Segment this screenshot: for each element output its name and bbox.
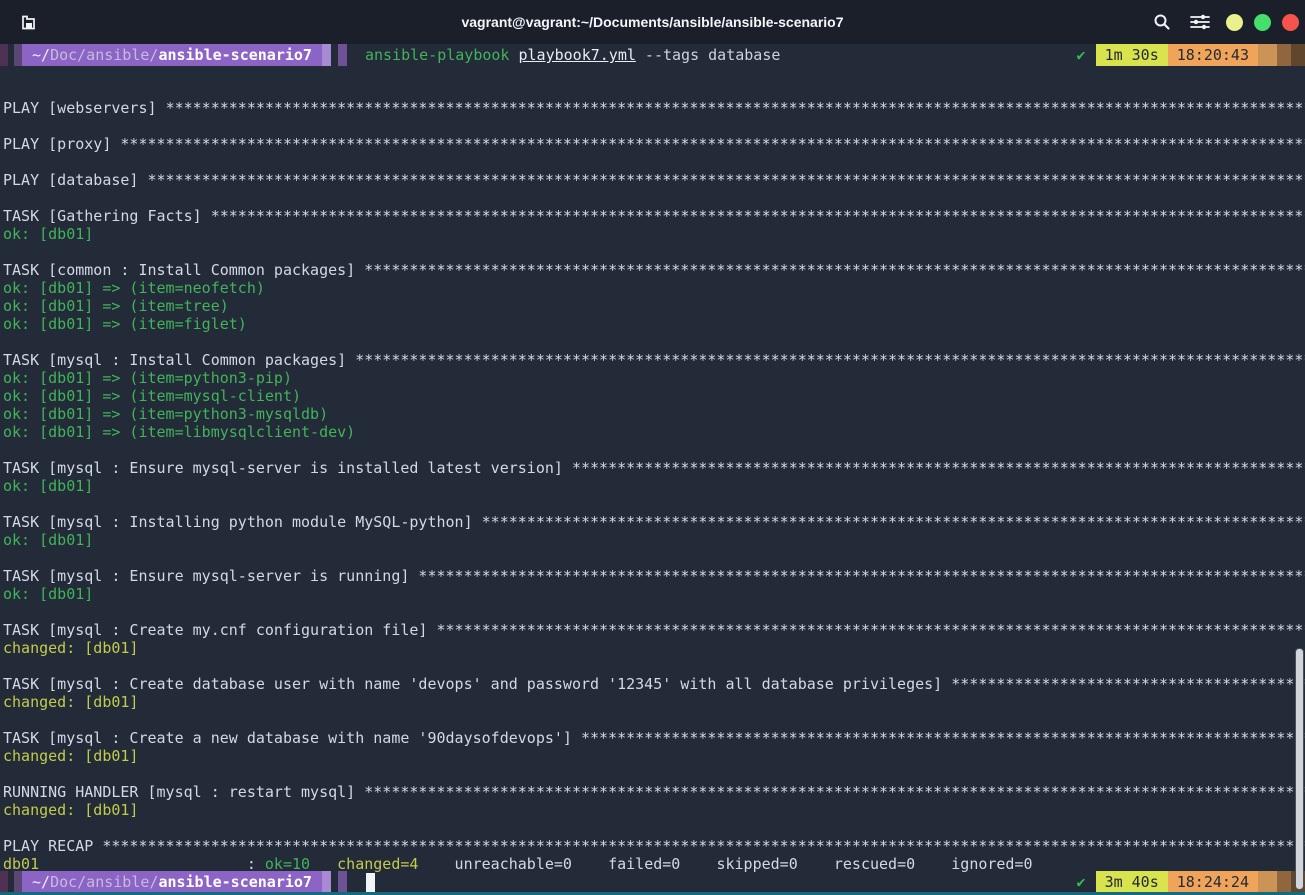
duration-badge: 1m 30s (1096, 44, 1168, 66)
terminal-line: changed: [db01] (3, 693, 1305, 711)
terminal-line (3, 243, 1305, 261)
titlebar: vagrant@vagrant:~/Documents/ansible/ansi… (0, 0, 1305, 44)
terminal-line: ok: [db01] (3, 477, 1305, 495)
timestamp-badge: 18:24:24 (1168, 871, 1258, 893)
terminal-line (3, 549, 1305, 567)
terminal-line (3, 441, 1305, 459)
path-dirs: Doc/ansible/ (50, 46, 158, 64)
terminal-line: TASK [mysql : Create database user with … (3, 675, 1305, 693)
terminal-line (3, 189, 1305, 207)
window-button-close[interactable] (1282, 14, 1299, 31)
scrollbar-thumb[interactable] (1295, 648, 1304, 890)
path-home: ~/ (32, 873, 50, 891)
prompt-path: ~/Doc/ansible/ansible-scenario7 (22, 44, 322, 66)
terminal-line: TASK [mysql : Install Common packages] *… (3, 351, 1305, 369)
window-title: vagrant@vagrant:~/Documents/ansible/ansi… (461, 14, 843, 30)
powerline-segment (1258, 871, 1277, 893)
preferences-sliders-icon[interactable] (1188, 10, 1212, 34)
terminal-output[interactable]: PLAY [webservers] **********************… (0, 81, 1305, 886)
terminal-line (3, 81, 1305, 99)
terminal-line: RUNNING HANDLER [mysql : restart mysql] … (3, 783, 1305, 801)
terminal-line: TASK [mysql : Create a new database with… (3, 729, 1305, 747)
terminal-line (3, 711, 1305, 729)
terminal-line: PLAY RECAP *****************************… (3, 837, 1305, 855)
powerline-segment (322, 44, 331, 66)
powerline-segment (1277, 871, 1291, 893)
powerline-segment (338, 871, 347, 893)
terminal-line: PLAY [proxy] ***************************… (3, 135, 1305, 153)
powerline-segment (1291, 44, 1305, 66)
terminal-line: TASK [Gathering Facts] *****************… (3, 207, 1305, 225)
terminal-line: ok: [db01] => (item=libmysqlclient-dev) (3, 423, 1305, 441)
powerline-segment (1258, 44, 1277, 66)
path-dirs: Doc/ansible/ (50, 873, 158, 891)
terminal-line: ok: [db01] => (item=tree) (3, 297, 1305, 315)
terminal-line (3, 603, 1305, 621)
timestamp-badge: 18:20:43 (1168, 44, 1258, 66)
search-icon[interactable] (1150, 10, 1174, 34)
prompt-line-executed: ~/Doc/ansible/ansible-scenario7 ansible-… (0, 44, 1305, 66)
powerline-segment (14, 44, 22, 66)
path-current-dir: ansible-scenario7 (158, 46, 312, 64)
terminal-line: TASK [mysql : Ensure mysql-server is run… (3, 567, 1305, 585)
prompt-path: ~/Doc/ansible/ansible-scenario7 (22, 871, 322, 893)
terminal-window: vagrant@vagrant:~/Documents/ansible/ansi… (0, 0, 1305, 895)
terminal-line (3, 819, 1305, 837)
terminal-line (3, 765, 1305, 783)
terminal-line (3, 153, 1305, 171)
terminal-line: TASK [mysql : Ensure mysql-server is ins… (3, 459, 1305, 477)
terminal-line: ok: [db01] => (item=neofetch) (3, 279, 1305, 297)
success-check-icon: ✔ (1077, 871, 1096, 893)
terminal-line: changed: [db01] (3, 801, 1305, 819)
terminal-line: PLAY [database] ************************… (3, 171, 1305, 189)
prompt-status: ✔ 3m 40s 18:24:24 (1077, 871, 1305, 893)
window-button-minimize[interactable] (1226, 14, 1243, 31)
command-program: ansible-playbook (365, 46, 519, 64)
duration-badge: 3m 40s (1096, 871, 1168, 893)
terminal-line: PLAY [webservers] **********************… (3, 99, 1305, 117)
executed-command: ansible-playbook playbook7.yml --tags da… (365, 44, 780, 66)
powerline-segment (0, 871, 8, 893)
terminal-line: TASK [common : Install Common packages] … (3, 261, 1305, 279)
prompt-line-current[interactable]: ~/Doc/ansible/ansible-scenario7 ✔ 3m 40s… (0, 871, 1305, 893)
terminal-line: changed: [db01] (3, 639, 1305, 657)
terminal-line (3, 117, 1305, 135)
terminal-cursor[interactable] (366, 873, 375, 892)
terminal-line (3, 495, 1305, 513)
terminal-line (3, 657, 1305, 675)
terminal-line: ok: [db01] (3, 585, 1305, 603)
terminal-line: ok: [db01] => (item=python3-mysqldb) (3, 405, 1305, 423)
terminal-line (3, 333, 1305, 351)
terminal-line: TASK [mysql : Installing python module M… (3, 513, 1305, 531)
powerline-segment (0, 44, 8, 66)
powerline-segment (322, 871, 331, 893)
terminal-line: ok: [db01] => (item=python3-pip) (3, 369, 1305, 387)
command-playbook-file: playbook7.yml (519, 46, 636, 64)
terminal-line: ok: [db01] (3, 531, 1305, 549)
terminal-line: TASK [mysql : Create my.cnf configuratio… (3, 621, 1305, 639)
terminal-line: ok: [db01] (3, 225, 1305, 243)
command-args: --tags database (636, 46, 781, 64)
prompt-status: ✔ 1m 30s 18:20:43 (1077, 44, 1305, 66)
path-current-dir: ansible-scenario7 (158, 873, 312, 891)
terminal-line: ok: [db01] => (item=figlet) (3, 315, 1305, 333)
powerline-segment (14, 871, 22, 893)
success-check-icon: ✔ (1077, 44, 1096, 66)
powerline-segment (1277, 44, 1291, 66)
terminal-line: ok: [db01] => (item=mysql-client) (3, 387, 1305, 405)
window-button-maximize[interactable] (1254, 14, 1271, 31)
clipboard-icon[interactable] (16, 10, 40, 34)
path-home: ~/ (32, 46, 50, 64)
powerline-segment (338, 44, 347, 66)
terminal-line: changed: [db01] (3, 747, 1305, 765)
